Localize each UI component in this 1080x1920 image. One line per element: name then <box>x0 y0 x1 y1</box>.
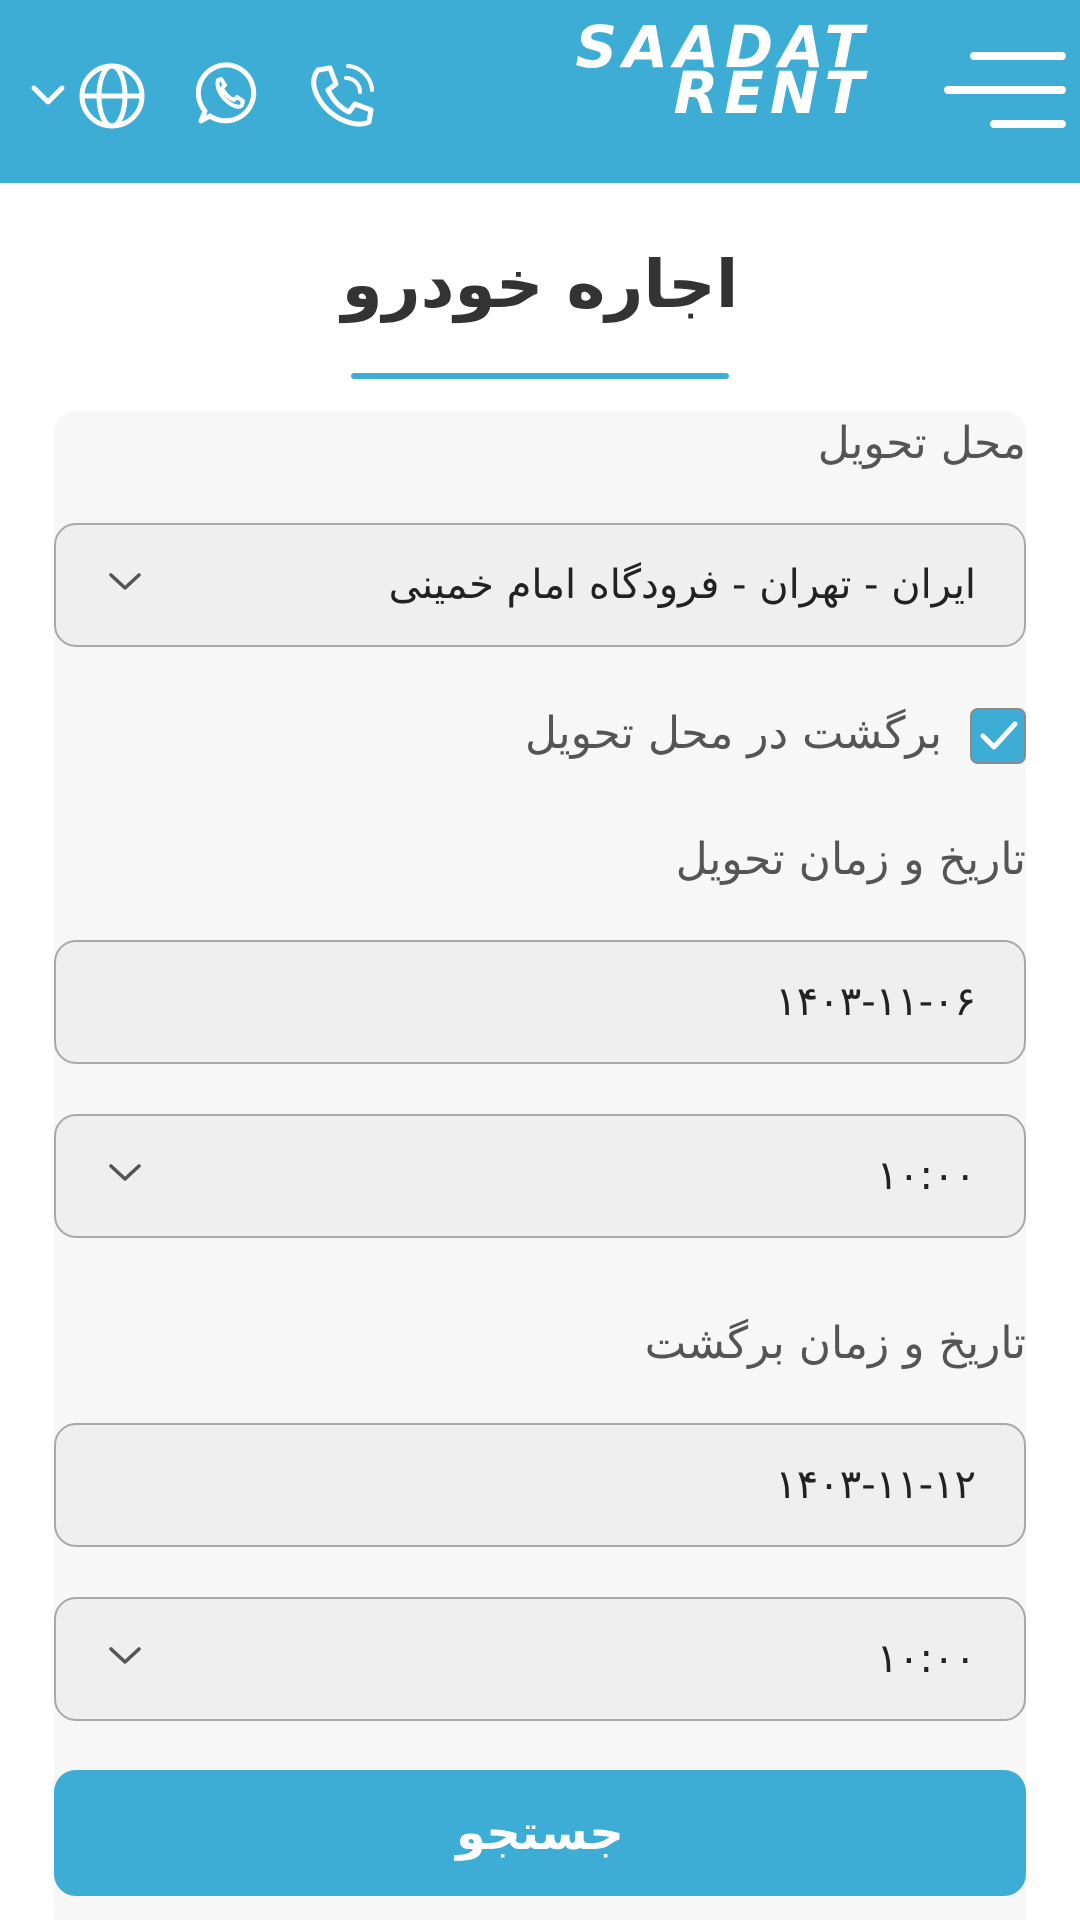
phone-icon[interactable] <box>306 62 376 132</box>
check-icon <box>980 721 1018 750</box>
search-button[interactable]: جستجو <box>54 1770 1026 1896</box>
pickup-location-select[interactable]: ایران - تهران - فرودگاه امام خمینی <box>54 523 1026 647</box>
pickup-date-value: ۱۴۰۳-۱۱-۰۶ <box>775 979 976 1025</box>
globe-icon[interactable] <box>78 62 146 130</box>
chevron-down-icon <box>109 1647 141 1664</box>
return-time-select[interactable]: ۱۰:۰۰ <box>54 1597 1026 1721</box>
title-underline <box>351 373 729 379</box>
chevron-down-icon <box>109 1164 141 1181</box>
top-header: SAADAT RENT <box>0 0 1080 183</box>
brand-logo[interactable]: SAADAT RENT <box>540 18 870 124</box>
return-same-place-label[interactable]: برگشت در محل تحویل <box>525 708 942 759</box>
pickup-time-value: ۱۰:۰۰ <box>876 1153 976 1199</box>
page-title: اجاره خودرو <box>341 246 739 323</box>
pickup-location-value: ایران - تهران - فرودگاه امام خمینی <box>388 562 976 608</box>
pickup-location-label: محل تحویل <box>817 418 1026 469</box>
pickup-datetime-label: تاریخ و زمان تحویل <box>675 834 1026 885</box>
chevron-down-icon <box>109 573 141 590</box>
return-datetime-label: تاریخ و زمان برگشت <box>644 1318 1026 1369</box>
return-same-place-checkbox[interactable] <box>970 708 1026 764</box>
chevron-down-icon[interactable] <box>30 84 66 108</box>
pickup-date-input[interactable]: ۱۴۰۳-۱۱-۰۶ <box>54 940 1026 1064</box>
whatsapp-icon[interactable] <box>196 60 262 126</box>
return-date-input[interactable]: ۱۴۰۳-۱۱-۱۲ <box>54 1423 1026 1547</box>
menu-icon[interactable] <box>944 50 1066 130</box>
return-date-value: ۱۴۰۳-۱۱-۱۲ <box>775 1462 976 1508</box>
return-time-value: ۱۰:۰۰ <box>876 1636 976 1682</box>
pickup-time-select[interactable]: ۱۰:۰۰ <box>54 1114 1026 1238</box>
